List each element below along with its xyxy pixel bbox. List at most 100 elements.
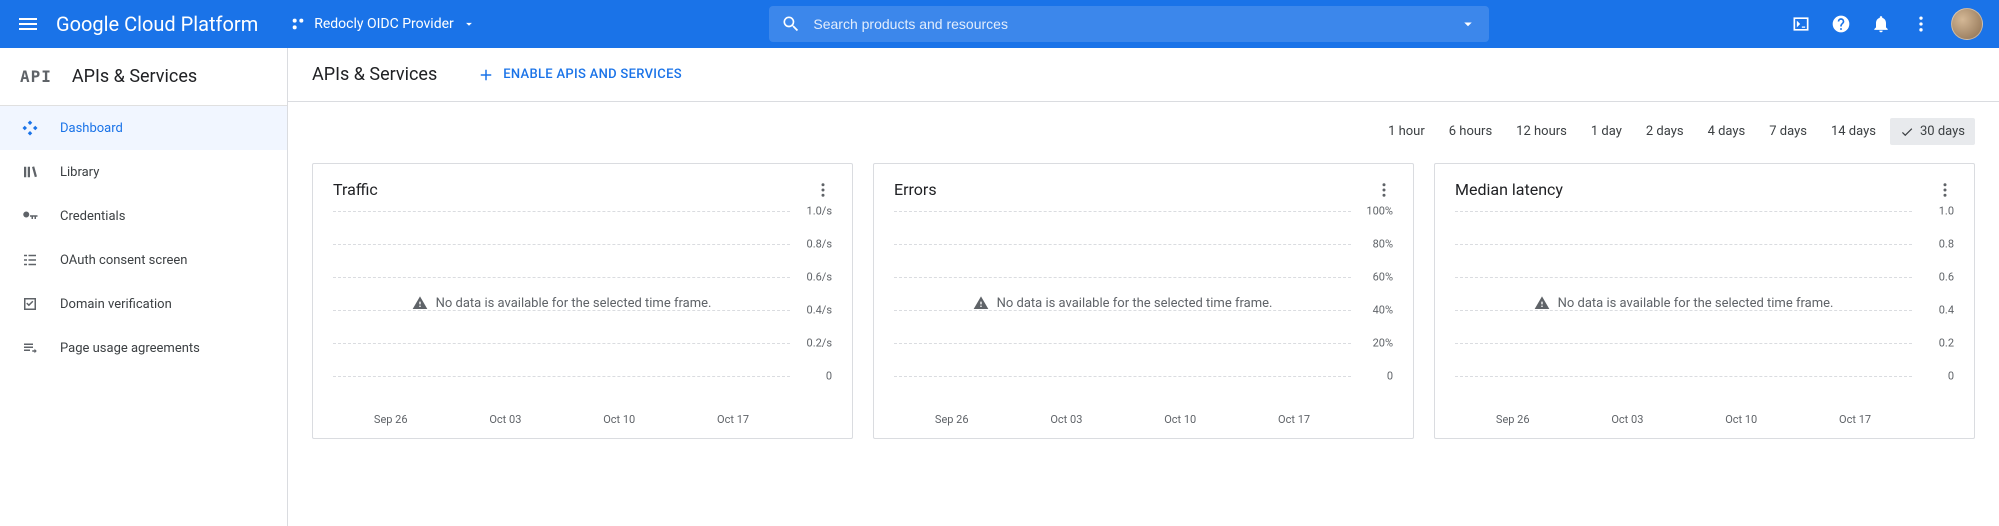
grid-line xyxy=(333,376,790,377)
sidebar-item-credentials[interactable]: Credentials xyxy=(0,194,287,238)
sidebar-item-page-usage[interactable]: Page usage agreements xyxy=(0,326,287,370)
time-chip-30-days[interactable]: 30 days xyxy=(1890,118,1975,145)
chart-plot: 100%80%60%40%20%0No data is available fo… xyxy=(894,211,1393,411)
grid-line xyxy=(333,244,790,245)
card-more-icon[interactable] xyxy=(814,181,832,199)
hamburger-menu-icon[interactable] xyxy=(16,12,40,36)
header-actions xyxy=(1791,8,1983,40)
top-header: Google Cloud Platform Redocly OIDC Provi… xyxy=(0,0,1999,48)
sidebar-item-library[interactable]: Library xyxy=(0,150,287,194)
project-icon xyxy=(290,16,306,32)
y-tick-label: 1.0 xyxy=(1939,205,1954,218)
cloud-shell-icon[interactable] xyxy=(1791,14,1811,34)
time-chip-1-hour[interactable]: 1 hour xyxy=(1378,118,1435,145)
project-selector[interactable]: Redocly OIDC Provider xyxy=(282,12,484,36)
more-vert-icon[interactable] xyxy=(1911,14,1931,34)
grid-line xyxy=(333,343,790,344)
y-tick-label: 20% xyxy=(1373,337,1393,350)
search-input[interactable] xyxy=(813,16,1459,32)
chart-card-traffic: Traffic1.0/s0.8/s0.6/s0.4/s0.2/s0No data… xyxy=(312,163,853,439)
chart-card-errors: Errors 100%80%60%40%20%0No data is availa… xyxy=(873,163,1414,439)
x-tick-label: Oct 17 xyxy=(717,413,749,426)
grid-line xyxy=(1455,277,1912,278)
card-title: Errors xyxy=(894,180,937,199)
x-tick-label: Oct 03 xyxy=(1611,413,1643,426)
y-tick-label: 0.2 xyxy=(1939,337,1954,350)
grid-line xyxy=(894,277,1351,278)
chart-plot: 1.00.80.60.40.20No data is available for… xyxy=(1455,211,1954,411)
grid-line xyxy=(894,244,1351,245)
grid-line xyxy=(894,343,1351,344)
help-icon[interactable] xyxy=(1831,14,1851,34)
time-chip-6-hours[interactable]: 6 hours xyxy=(1439,118,1502,145)
x-tick-label: Oct 03 xyxy=(1050,413,1082,426)
time-chip-4-days[interactable]: 4 days xyxy=(1698,118,1756,145)
grid-line xyxy=(1455,343,1912,344)
card-more-icon[interactable] xyxy=(1375,181,1393,199)
library-icon xyxy=(20,162,40,182)
grid-line xyxy=(894,211,1351,212)
time-chip-7-days[interactable]: 7 days xyxy=(1759,118,1817,145)
dropdown-icon xyxy=(462,17,476,31)
time-chip-14-days[interactable]: 14 days xyxy=(1821,118,1886,145)
nodata-message: No data is available for the selected ti… xyxy=(894,295,1351,311)
sidebar-item-label: Credentials xyxy=(60,209,125,224)
project-name: Redocly OIDC Provider xyxy=(314,16,454,32)
search-bar[interactable] xyxy=(769,6,1489,42)
grid-line xyxy=(1455,244,1912,245)
warning-icon xyxy=(973,295,989,311)
sidebar-item-dashboard[interactable]: Dashboard xyxy=(0,106,287,150)
gcp-logo-text: Google Cloud Platform xyxy=(56,12,258,36)
x-tick-label: Oct 10 xyxy=(1725,413,1757,426)
x-tick-label: Sep 26 xyxy=(374,413,408,426)
y-tick-label: 0.6 xyxy=(1939,271,1954,284)
y-tick-label: 0.8/s xyxy=(807,238,832,251)
sidebar-item-label: Dashboard xyxy=(60,121,123,136)
sidebar-item-label: Page usage agreements xyxy=(60,341,200,356)
nodata-message: No data is available for the selected ti… xyxy=(1455,295,1912,311)
user-avatar[interactable] xyxy=(1951,8,1983,40)
card-more-icon[interactable] xyxy=(1936,181,1954,199)
chart-plot: 1.0/s0.8/s0.6/s0.4/s0.2/s0No data is ava… xyxy=(333,211,832,411)
time-chip-1-day[interactable]: 1 day xyxy=(1581,118,1632,145)
y-tick-label: 1.0/s xyxy=(807,205,832,218)
enable-apis-label: ENABLE APIS AND SERVICES xyxy=(503,67,682,82)
sidebar-item-domain-verification[interactable]: Domain verification xyxy=(0,282,287,326)
sidebar-item-label: Library xyxy=(60,165,99,180)
card-title: Traffic xyxy=(333,180,378,199)
card-title: Median latency xyxy=(1455,180,1563,199)
time-chip-2-days[interactable]: 2 days xyxy=(1636,118,1694,145)
sidebar-item-label: Domain verification xyxy=(60,297,172,312)
chart-card-median-latency: Median latency1.00.80.60.40.20No data is… xyxy=(1434,163,1975,439)
warning-icon xyxy=(412,295,428,311)
sidenav-title: APIs & Services xyxy=(72,66,197,87)
y-tick-label: 0 xyxy=(1948,370,1954,383)
y-tick-label: 0 xyxy=(826,370,832,383)
sidenav-header: API APIs & Services xyxy=(0,48,287,106)
y-tick-label: 0.4 xyxy=(1939,304,1954,317)
enable-apis-button[interactable]: ENABLE APIS AND SERVICES xyxy=(477,66,682,84)
time-range-row: 1 hour6 hours12 hours1 day2 days4 days7 … xyxy=(312,118,1975,145)
chevron-down-icon[interactable] xyxy=(1459,15,1477,33)
y-tick-label: 60% xyxy=(1373,271,1393,284)
x-tick-label: Oct 10 xyxy=(603,413,635,426)
main-area: APIs & Services ENABLE APIS AND SERVICES… xyxy=(288,48,1999,526)
dashboard-icon xyxy=(20,118,40,138)
x-axis: Sep 26Oct 03Oct 10Oct 17 xyxy=(894,413,1393,426)
x-tick-label: Sep 26 xyxy=(1496,413,1530,426)
verified-icon xyxy=(20,294,40,314)
api-logo: API xyxy=(20,67,52,86)
page-title: APIs & Services xyxy=(312,64,437,85)
notifications-icon[interactable] xyxy=(1871,14,1891,34)
grid-line xyxy=(894,376,1351,377)
agreements-icon xyxy=(20,338,40,358)
sidebar-item-label: OAuth consent screen xyxy=(60,253,187,268)
nodata-message: No data is available for the selected ti… xyxy=(333,295,790,311)
y-tick-label: 0.6/s xyxy=(807,271,832,284)
x-axis: Sep 26Oct 03Oct 10Oct 17 xyxy=(333,413,832,426)
key-icon xyxy=(20,206,40,226)
sidebar-item-oauth-consent[interactable]: OAuth consent screen xyxy=(0,238,287,282)
x-axis: Sep 26Oct 03Oct 10Oct 17 xyxy=(1455,413,1954,426)
time-chip-12-hours[interactable]: 12 hours xyxy=(1506,118,1577,145)
consent-icon xyxy=(20,250,40,270)
